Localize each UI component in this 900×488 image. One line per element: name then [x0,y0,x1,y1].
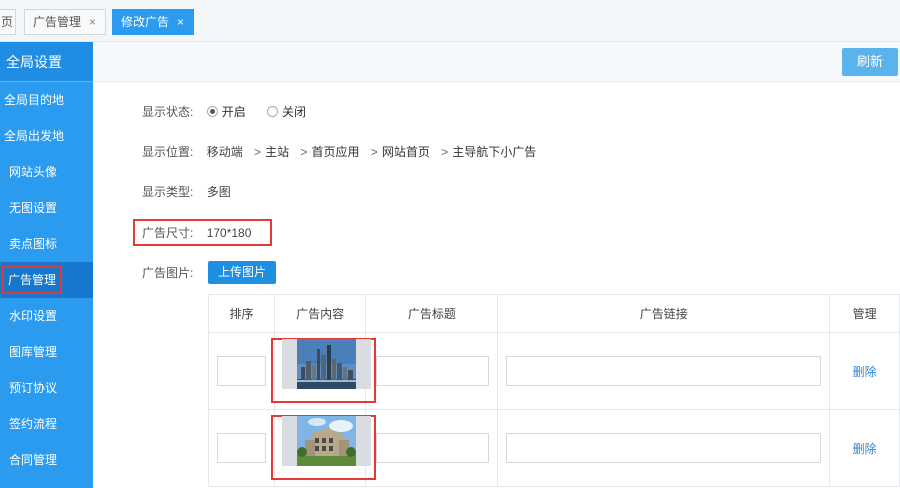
col-header-link: 广告链接 [497,294,831,333]
sidebar-item-watermark-settings[interactable]: 水印设置 [0,298,93,334]
sidebar-item-global-destination[interactable]: 全局目的地 [0,82,93,118]
sidebar-item-label: 合同管理 [9,453,58,467]
delete-link[interactable]: 删除 [853,365,877,379]
position-path-2: 首页应用 [311,145,360,159]
path-separator: > [300,145,308,159]
order-cell [208,409,275,487]
size-value: 170*180 [206,226,252,240]
city-skyline-image [296,339,356,389]
main-header: 刷新 [93,42,900,82]
order-input[interactable] [216,433,266,463]
image-label: 广告图片: [142,266,194,280]
tab-label: 广告管理 [33,15,82,29]
content-cell [270,409,376,487]
status-off-text: 关闭 [282,105,307,119]
manage-cell: 删除 [829,332,900,410]
ad-link-input[interactable] [506,356,822,386]
status-on-option[interactable]: 开启 [206,105,246,119]
col-header-title: 广告标题 [365,294,499,333]
sidebar-title[interactable]: 全局设置 [0,42,93,82]
sidebar-item-ad-management[interactable]: 广告管理 [0,262,93,298]
size-label: 广告尺寸: [142,226,194,240]
path-separator: > [441,145,449,159]
delete-link[interactable]: 删除 [853,442,877,456]
size-row: 广告尺寸: 170*180 [142,223,251,243]
close-icon[interactable]: × [89,15,96,29]
position-path-3: 网站首页 [381,145,430,159]
link-cell [497,332,831,410]
status-label: 显示状态: [142,105,194,119]
sidebar-item-selling-point-icons[interactable]: 卖点图标 [0,226,93,262]
order-cell [208,332,275,410]
link-cell [497,409,831,487]
upload-image-button[interactable]: 上传图片 [208,261,276,284]
order-input[interactable] [216,356,266,386]
table-row: 删除 [208,332,900,410]
sidebar-item-booking-agreement[interactable]: 预订协议 [0,370,93,406]
status-row: 显示状态: 开启 关闭 [142,102,306,122]
sidebar-item-label: 签约流程 [9,417,58,431]
type-value: 多图 [206,185,231,199]
type-row: 显示类型: 多图 [142,182,231,202]
sidebar-item-label: 全局出发地 [4,129,65,143]
content-cell [270,332,376,410]
col-header-order: 排序 [208,294,275,333]
sidebar-item-label: 网站头像 [9,165,58,179]
ad-title-input[interactable] [376,356,490,386]
title-cell [365,409,499,487]
manage-cell: 删除 [829,409,900,487]
sidebar-item-label: 预订协议 [9,381,58,395]
sidebar-item-gallery-management[interactable]: 图库管理 [0,334,93,370]
sidebar-item-label: 全局目的地 [4,93,65,107]
sidebar-item-label: 无图设置 [9,201,58,215]
sidebar-item-no-image-settings[interactable]: 无图设置 [0,190,93,226]
sidebar-item-label: 广告管理 [2,266,63,294]
table-header-row: 排序 广告内容 广告标题 广告链接 管理 [208,294,900,333]
sidebar-item-signing-process[interactable]: 签约流程 [0,406,93,442]
building-image [296,416,356,466]
sidebar-item-site-avatar[interactable]: 网站头像 [0,154,93,190]
ad-link-input[interactable] [506,433,822,463]
position-row: 显示位置: 移动端 > 主站 > 首页应用 > 网站首页 > 主导航下小广告 [142,142,536,162]
sidebar-item-label: 图库管理 [9,345,58,359]
image-row: 广告图片: [142,263,193,283]
ad-images-table: 排序 广告内容 广告标题 广告链接 管理 删除 删除 [208,294,900,487]
col-header-content: 广告内容 [273,294,367,333]
col-header-manage: 管理 [829,294,900,333]
building-thumbnail[interactable] [281,416,371,466]
status-on-text: 开启 [221,105,246,119]
path-separator: > [254,145,262,159]
position-path-1: 主站 [265,145,290,159]
refresh-button[interactable]: 刷新 [842,48,898,76]
city-skyline-thumbnail[interactable] [281,339,371,389]
radio-unchecked-icon[interactable] [267,106,279,117]
close-icon[interactable]: × [177,15,184,29]
sidebar-item-global-departure[interactable]: 全局出发地 [0,118,93,154]
tab-label: 页 [1,15,14,29]
sidebar-item-contract-management[interactable]: 合同管理 [0,442,93,478]
path-separator: > [370,145,378,159]
position-label: 显示位置: [142,145,194,159]
position-path-4: 主导航下小广告 [452,145,537,159]
table-row: 删除 [208,409,900,487]
tab-home[interactable]: 页 [0,9,16,35]
tab-ad-management[interactable]: 广告管理 × [24,9,106,35]
tab-edit-ad[interactable]: 修改广告 × [112,9,194,35]
tab-bar: 页 广告管理 × 修改广告 × [0,0,900,42]
ad-title-input[interactable] [376,433,490,463]
tab-label: 修改广告 [121,15,170,29]
sidebar-item-label: 卖点图标 [9,237,58,251]
position-path-0: 移动端 [206,145,243,159]
title-cell [365,332,499,410]
radio-checked-icon[interactable] [206,106,218,117]
sidebar: 全局设置 全局目的地 全局出发地 网站头像 无图设置 卖点图标 广告管理 水印设… [0,42,93,488]
type-label: 显示类型: [142,185,194,199]
status-off-option[interactable]: 关闭 [267,105,306,119]
sidebar-item-label: 水印设置 [9,309,58,323]
